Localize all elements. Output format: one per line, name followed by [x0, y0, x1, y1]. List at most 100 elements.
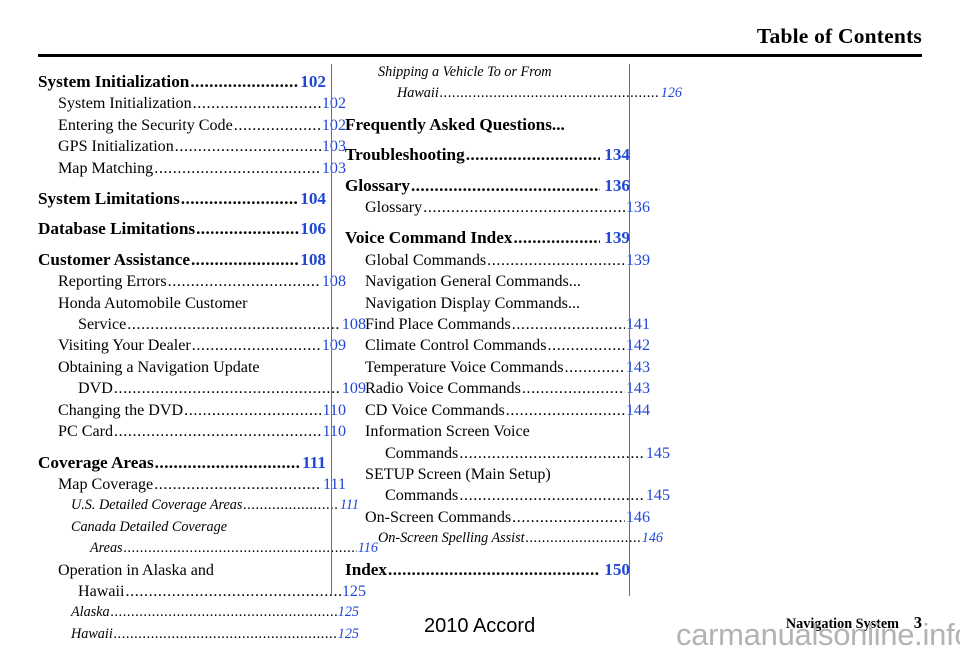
toc-entry-label: Global Commands	[365, 251, 487, 269]
toc-page-number: 139	[604, 228, 630, 248]
toc-entry[interactable]: Operation in Alaska and.................…	[38, 560, 346, 581]
toc-page-number: 110	[322, 401, 346, 419]
toc-entry[interactable]: Reporting Errors........................…	[38, 271, 346, 292]
footer-model-label: 2010 Accord	[424, 615, 536, 637]
toc-entry[interactable]: PC Card.................................…	[38, 421, 346, 442]
toc-entry[interactable]: Areas...................................…	[38, 538, 378, 559]
toc-page-number: 104	[300, 189, 326, 209]
footer-page-number: 3	[913, 613, 922, 632]
toc-entry-label: Glossary	[345, 175, 410, 195]
toc-entry-label: Map Matching	[58, 159, 154, 177]
toc-entry[interactable]: Find Place Commands.....................…	[345, 314, 650, 335]
toc-entry[interactable]: Frequently Asked Questions..............…	[345, 114, 630, 135]
toc-entry-label: Reporting Errors	[58, 273, 167, 291]
toc-entry-label: U.S. Detailed Coverage Areas	[71, 497, 243, 514]
toc-leader-dots: ........................................…	[154, 159, 321, 177]
toc-entry[interactable]: Navigation General Commands.............…	[345, 271, 650, 292]
toc-page-number: 103	[321, 138, 346, 156]
toc-entry[interactable]: Service.................................…	[38, 314, 366, 335]
column-divider-right	[629, 64, 630, 596]
toc-leader-dots: ........................................…	[459, 487, 645, 505]
toc-entry-label: Customer Assistance	[38, 249, 190, 269]
toc-entry[interactable]: Temperature Voice Commands..............…	[345, 357, 650, 378]
toc-page-number: 102	[321, 116, 346, 134]
toc-entry-label: System Initialization	[38, 72, 190, 91]
toc-column-right: Shipping a Vehicle To or From...........…	[345, 62, 682, 581]
toc-entry-label: On-Screen Spelling Assist	[378, 530, 525, 547]
toc-entry[interactable]: System Initialization...................…	[38, 93, 346, 114]
toc-leader-dots: ........................................…	[511, 316, 625, 334]
toc-entry[interactable]: DVD.....................................…	[38, 378, 366, 399]
toc-page-number: 111	[302, 452, 326, 472]
toc-page-number: 134	[604, 145, 630, 165]
toc-leader-dots: ........................................…	[566, 114, 629, 135]
toc-entry-label: Canada Detailed Coverage	[71, 518, 228, 535]
toc-leader-dots: ........................................…	[123, 540, 357, 557]
toc-page-number: 103	[321, 159, 346, 177]
toc-entry[interactable]: Map Coverage............................…	[38, 474, 346, 495]
toc-leader-dots: ........................................…	[243, 497, 339, 514]
toc-entry[interactable]: Information Screen Voice................…	[345, 421, 650, 442]
toc-entry[interactable]: Entering the Security Code..............…	[38, 115, 346, 136]
toc-leader-dots: ........................................…	[191, 337, 321, 355]
toc-entry[interactable]: Radio Voice Commands....................…	[345, 378, 650, 399]
toc-entry[interactable]: Database Limitations....................…	[38, 218, 326, 239]
toc-entry[interactable]: CD Voice Commands.......................…	[345, 400, 650, 421]
toc-entry[interactable]: Customer Assistance.....................…	[38, 249, 326, 270]
toc-entry[interactable]: Honda Automobile Customer...............…	[38, 293, 346, 314]
toc-entry-label: Honda Automobile Customer	[58, 294, 248, 312]
toc-entry[interactable]: Glossary................................…	[345, 197, 650, 218]
toc-entry[interactable]: SETUP Screen (Main Setup)...............…	[345, 464, 650, 485]
toc-entry[interactable]: Global Commands.........................…	[345, 250, 650, 271]
toc-entry[interactable]: Visiting Your Dealer....................…	[38, 335, 346, 356]
toc-entry-label: Glossary	[365, 199, 423, 217]
toc-entry[interactable]: Changing the DVD........................…	[38, 400, 346, 421]
toc-entry[interactable]: U.S. Detailed Coverage Areas............…	[38, 495, 359, 516]
toc-leader-dots: ........................................…	[582, 271, 649, 292]
toc-entry[interactable]: Obtaining a Navigation Update...........…	[38, 357, 346, 378]
toc-entry-label: Voice Command Index	[345, 228, 513, 248]
toc-entry[interactable]: Hawaii..................................…	[38, 581, 366, 602]
toc-entry[interactable]: Troubleshooting.........................…	[345, 144, 630, 165]
toc-entry[interactable]: On-Screen Commands......................…	[345, 507, 650, 528]
toc-entry[interactable]: On-Screen Spelling Assist...............…	[345, 528, 663, 549]
toc-leader-dots: ........................................…	[581, 293, 649, 314]
toc-entry[interactable]: System Limitations......................…	[38, 188, 326, 209]
toc-leader-dots: ........................................…	[192, 95, 321, 113]
toc-entry[interactable]: System Initialization...................…	[38, 71, 326, 92]
toc-entry-label: Hawaii	[78, 582, 125, 600]
toc-leader-dots: ........................................…	[525, 530, 641, 547]
page-header: Table of Contents	[0, 0, 960, 57]
toc-page-number: 109	[321, 337, 346, 355]
toc-leader-dots: ........................................…	[180, 189, 299, 209]
toc-entry[interactable]: Coverage Areas..........................…	[38, 452, 326, 473]
toc-entry[interactable]: Canada Detailed Coverage................…	[38, 517, 359, 538]
toc-entry-label: Temperature Voice Commands	[365, 358, 564, 376]
toc-leader-dots: ........................................…	[125, 582, 341, 600]
toc-leader-dots: ........................................…	[114, 423, 321, 441]
toc-entry-label: Information Screen Voice	[365, 423, 530, 441]
toc-entry[interactable]: Navigation Display Commands.............…	[345, 293, 650, 314]
toc-entry[interactable]: Glossary................................…	[345, 175, 630, 196]
toc-entry[interactable]: Voice Command Index.....................…	[345, 227, 630, 248]
toc-entry-label: Navigation Display Commands...	[365, 294, 581, 312]
toc-entry[interactable]: Map Matching............................…	[38, 158, 346, 179]
toc-leader-dots: ........................................…	[465, 145, 601, 165]
toc-entry[interactable]: Hawaii..................................…	[345, 83, 682, 104]
toc-entry[interactable]: GPS Initialization......................…	[38, 136, 346, 157]
header-rule-divider	[38, 54, 922, 57]
toc-entry-label: DVD	[78, 380, 113, 398]
toc-entry[interactable]: Climate Control Commands................…	[345, 335, 650, 356]
toc-entry[interactable]: Commands................................…	[345, 443, 670, 464]
toc-entry-label: Service	[78, 316, 127, 334]
toc-entry[interactable]: Shipping a Vehicle To or From...........…	[345, 62, 663, 83]
page-title: Table of Contents	[756, 24, 922, 48]
toc-leader-dots: ........................................…	[564, 358, 625, 376]
toc-entry[interactable]: Index...................................…	[345, 559, 630, 580]
toc-page-number: 108	[321, 273, 346, 291]
toc-leader-dots: ........................................…	[174, 138, 321, 156]
toc-entry-label: On-Screen Commands	[365, 508, 512, 526]
toc-entry[interactable]: Commands................................…	[345, 485, 670, 506]
toc-leader-dots: ........................................…	[547, 337, 625, 355]
toc-entry-label: Navigation General Commands...	[365, 273, 581, 291]
